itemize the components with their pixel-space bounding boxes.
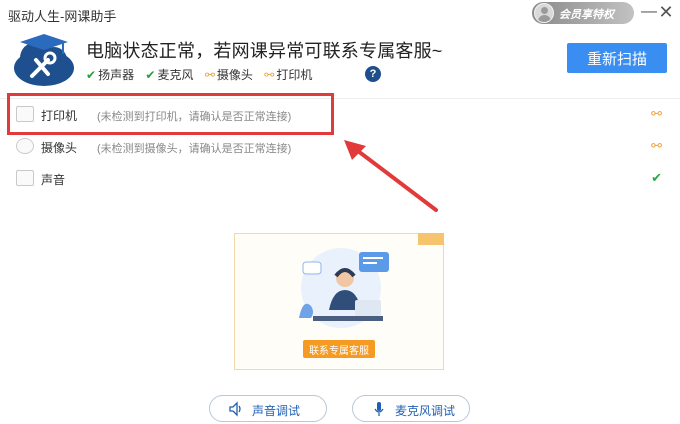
member-privilege-button[interactable]: 会员享特权 [532,2,634,24]
close-button[interactable]: ✕ [657,3,675,21]
device-name: 声音 [41,173,66,187]
camera-icon [16,138,34,154]
speaker-icon [16,170,34,186]
speaker-icon [229,401,241,417]
help-icon[interactable]: ? [365,66,381,82]
device-note: (未检测到摄像头，请确认是否正常连接) [97,143,292,155]
check-icon: ✔ [145,68,156,82]
broken-link-icon[interactable]: ⚯ [651,138,662,154]
microphone-icon [374,402,384,416]
app-title: 驱动人生-网课助手 [8,9,117,24]
speaker-status: ✔ 扬声器 [86,68,135,82]
sound-test-button[interactable]: 声音调试 [209,395,327,422]
printer-status: ⚯ 打印机 [264,68,313,82]
broken-link-icon[interactable]: ⚯ [651,106,662,122]
status-headline: 电脑状态正常，若网课异常可联系专属客服~ [86,41,443,61]
device-name: 摄像头 [41,141,78,155]
app-logo-icon [14,34,74,86]
check-icon: ✔ [651,170,662,185]
sound-test-label: 声音调试 [252,404,301,418]
annotation-arrow [344,140,438,212]
broken-link-icon: ⚯ [264,68,275,82]
camera-status: ⚯ 摄像头 [204,68,253,82]
promo-ribbon [418,233,444,245]
check-icon: ✔ [86,68,97,82]
broken-link-icon: ⚯ [204,68,215,82]
avatar [534,3,554,23]
contact-service-button[interactable]: 联系专属客服 [303,340,375,358]
customer-service-illustration [299,248,389,328]
microphone-test-button[interactable]: 麦克风调试 [352,395,470,422]
member-label: 会员享特权 [559,9,614,21]
microphone-status: ✔ 麦克风 [145,68,194,82]
microphone-test-label: 麦克风调试 [395,404,456,418]
title-bar: 驱动人生-网课助手 会员享特权 — ✕ [0,0,680,28]
device-status-summary: ✔ 扬声器 ✔ 麦克风 ⚯ 摄像头 ⚯ 打印机 [86,66,320,82]
rescan-button[interactable]: 重新扫描 [567,43,667,73]
customer-service-card: 联系专属客服 [234,233,444,370]
minimize-button[interactable]: — [640,3,658,21]
highlight-box [7,93,334,135]
